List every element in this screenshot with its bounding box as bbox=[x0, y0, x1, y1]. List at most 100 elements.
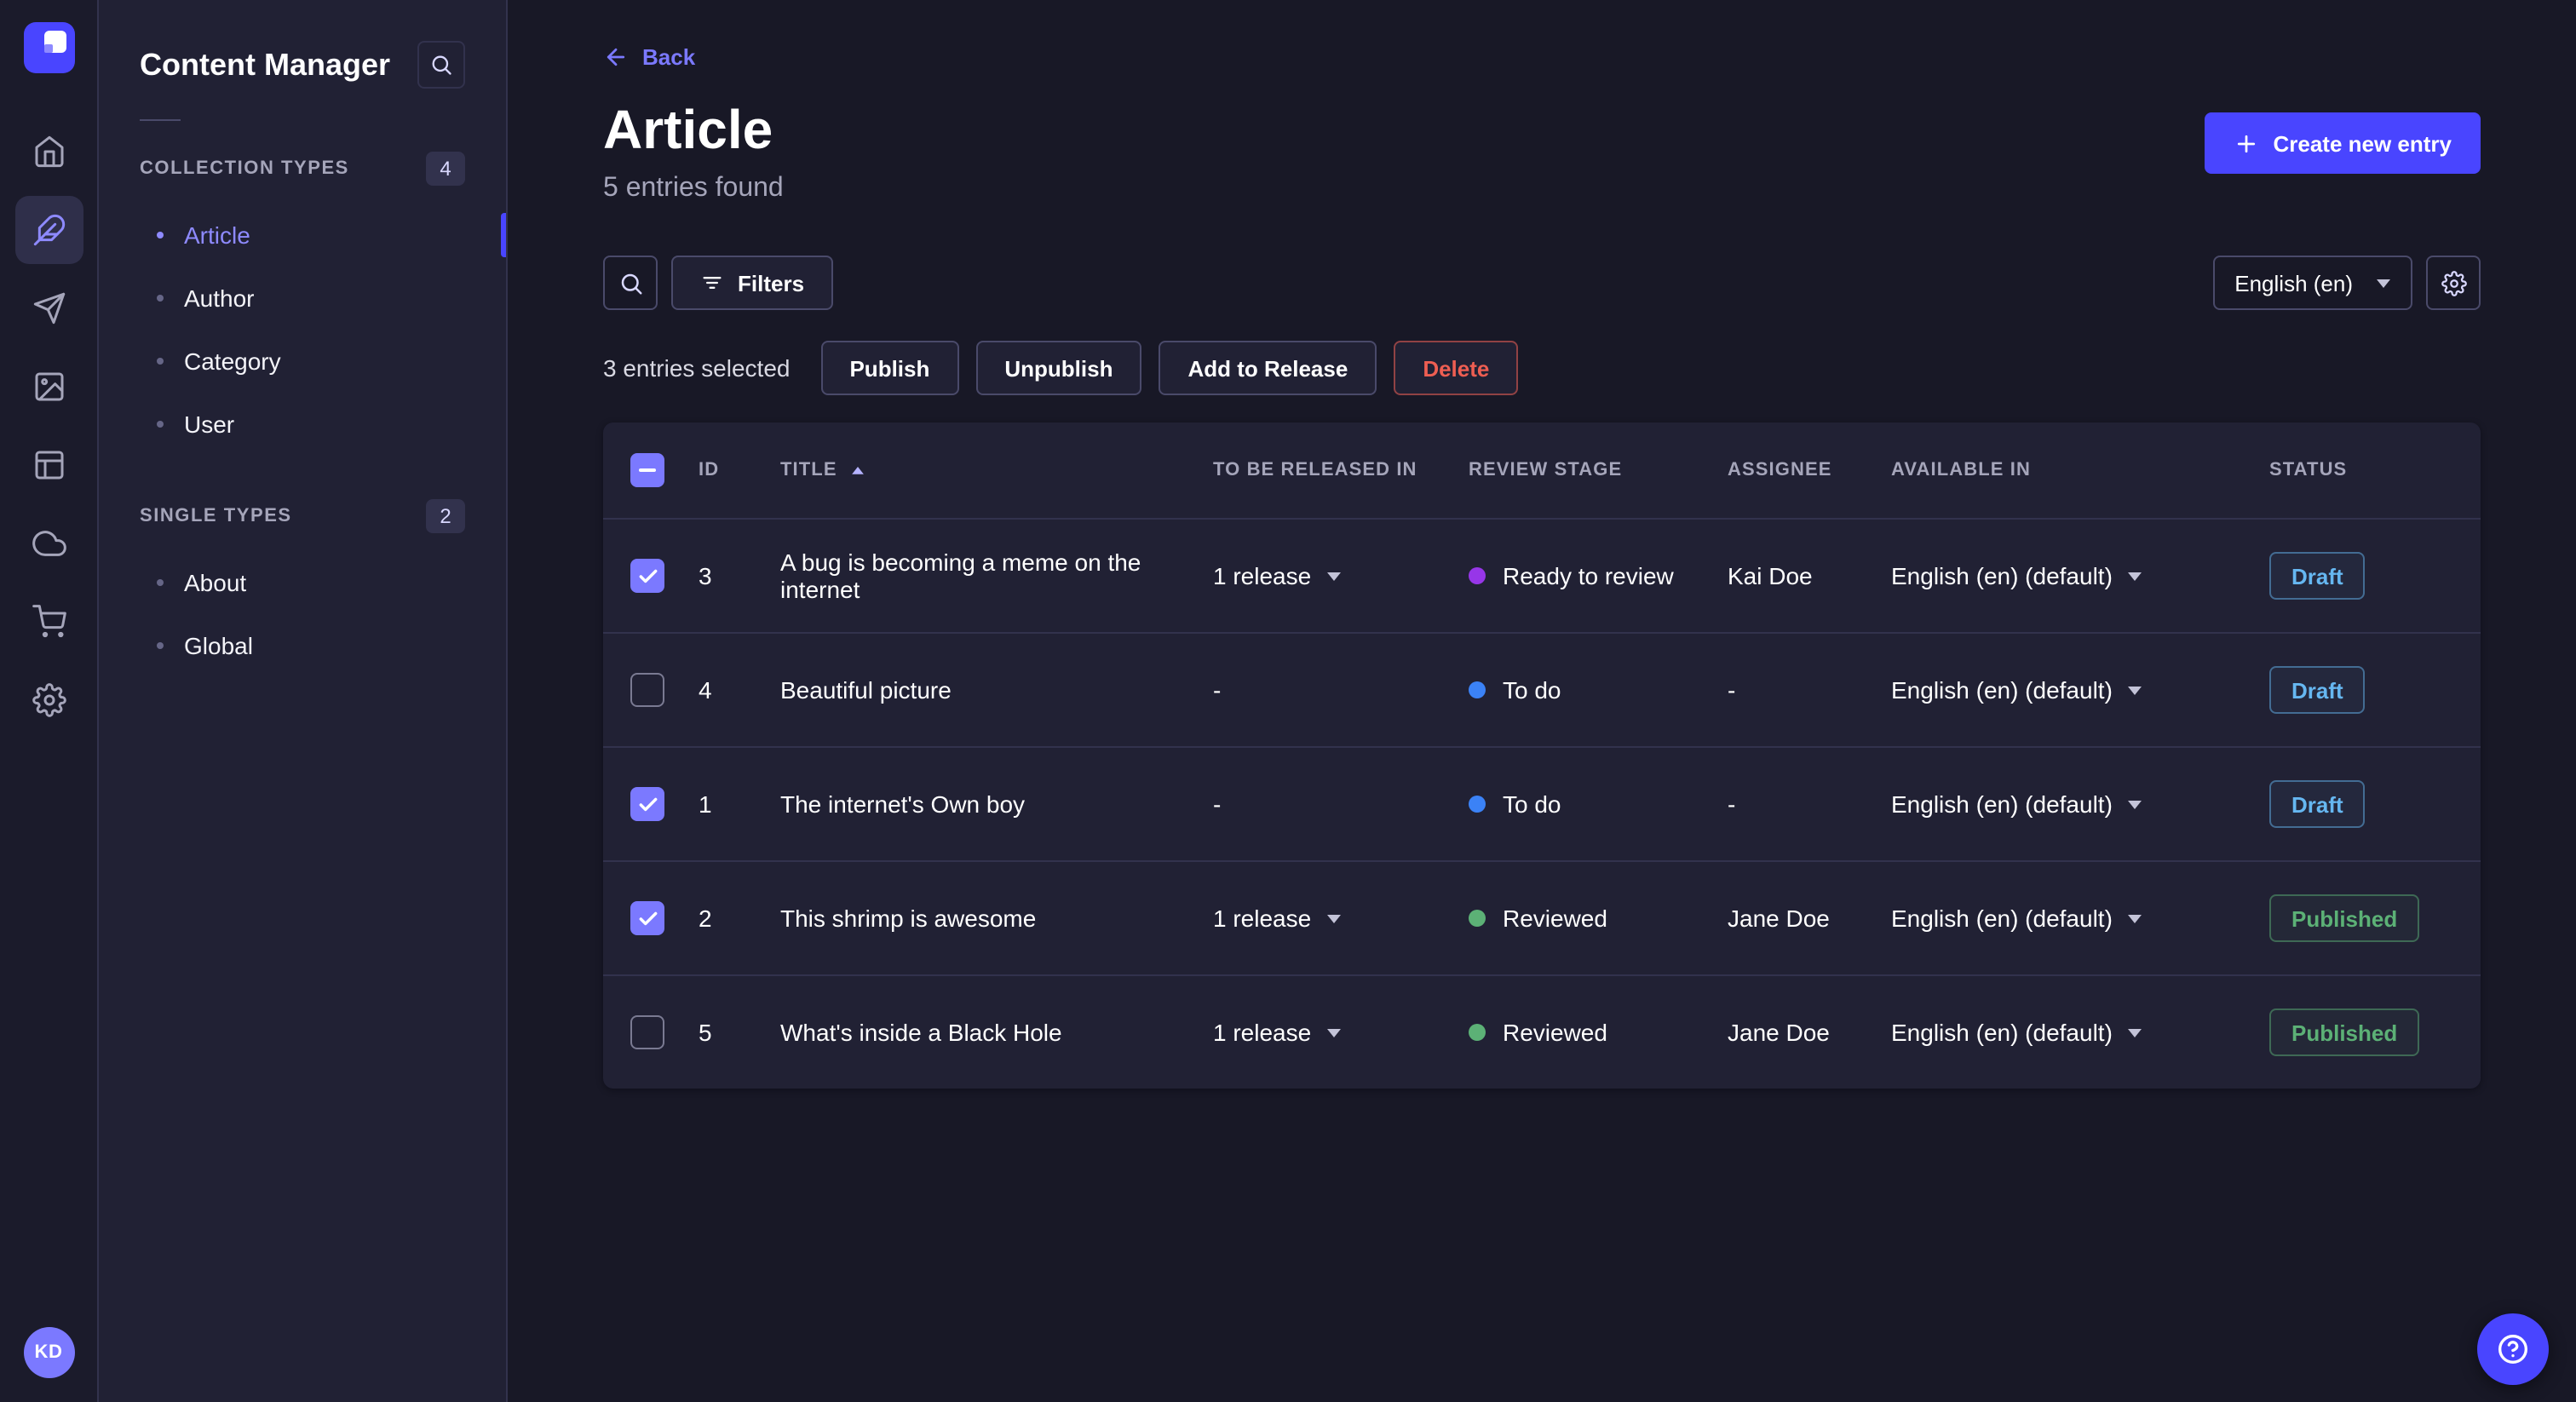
rail-item-settings[interactable] bbox=[14, 666, 83, 734]
divider bbox=[140, 119, 181, 121]
cell-available-in[interactable]: English (en) (default) bbox=[1891, 676, 2269, 704]
rail-item-home[interactable] bbox=[14, 118, 83, 186]
locale-select[interactable]: English (en) bbox=[2212, 256, 2412, 310]
cell-available-in[interactable]: English (en) (default) bbox=[1891, 790, 2269, 818]
delete-button[interactable]: Delete bbox=[1394, 341, 1519, 395]
cell-available-in[interactable]: English (en) (default) bbox=[1891, 562, 2269, 589]
sidebar-search-button[interactable] bbox=[417, 41, 465, 89]
table-row[interactable]: 1 The internet's Own boy - To do - Engli… bbox=[603, 746, 2481, 860]
sort-asc-icon bbox=[846, 457, 871, 483]
sidebar-item-label: About bbox=[184, 568, 247, 595]
table-row[interactable]: 2 This shrimp is awesome 1 release Revie… bbox=[603, 860, 2481, 974]
cell-id: 2 bbox=[699, 905, 712, 932]
selected-count: 3 entries selected bbox=[603, 354, 791, 382]
cell-available-in[interactable]: English (en) (default) bbox=[1891, 1019, 2269, 1046]
back-link[interactable]: Back bbox=[603, 44, 695, 70]
status-badge: Draft bbox=[2269, 780, 2366, 828]
stage-dot bbox=[1469, 1024, 1486, 1041]
locale-value: English (en) bbox=[2234, 270, 2353, 296]
create-entry-button[interactable]: Create new entry bbox=[2205, 112, 2481, 174]
settings-icon bbox=[32, 683, 66, 717]
marketplace-icon bbox=[32, 605, 66, 639]
row-checkbox[interactable] bbox=[630, 901, 664, 935]
col-header-id[interactable]: ID bbox=[699, 460, 780, 480]
section-single-types: SINGLE TYPES 2 About Global bbox=[99, 482, 506, 676]
cell-available-in[interactable]: English (en) (default) bbox=[1891, 905, 2269, 932]
stage-dot bbox=[1469, 910, 1486, 927]
search-button[interactable] bbox=[603, 256, 658, 310]
unpublish-button[interactable]: Unpublish bbox=[975, 341, 1142, 395]
main-content: Back Article 5 entries found Create new … bbox=[508, 0, 2576, 1402]
rail-item-marketplace[interactable] bbox=[14, 588, 83, 656]
sidebar-item-article[interactable]: Article bbox=[99, 203, 506, 266]
cell-release[interactable]: - bbox=[1213, 790, 1469, 818]
chevron-down-icon bbox=[1326, 572, 1341, 580]
select-all-checkbox[interactable] bbox=[630, 453, 664, 487]
cell-status: Draft bbox=[2269, 780, 2453, 828]
row-checkbox[interactable] bbox=[630, 787, 664, 821]
cell-review-stage: Reviewed bbox=[1469, 1019, 1728, 1046]
col-header-status[interactable]: STATUS bbox=[2269, 460, 2453, 480]
help-button[interactable] bbox=[2477, 1313, 2549, 1385]
table-row[interactable]: 5 What's inside a Black Hole 1 release R… bbox=[603, 974, 2481, 1089]
sidebar-item-label: Author bbox=[184, 284, 255, 311]
sidebar-item-user[interactable]: User bbox=[99, 392, 506, 455]
view-settings-button[interactable] bbox=[2426, 256, 2481, 310]
bullet-icon bbox=[157, 357, 164, 364]
cell-assignee: Jane Doe bbox=[1728, 905, 1830, 932]
collection-types-toggle[interactable]: COLLECTION TYPES 4 bbox=[99, 135, 506, 203]
entries-count: 5 entries found bbox=[603, 174, 784, 203]
col-header-title[interactable]: TITLE bbox=[780, 457, 1213, 483]
cell-review-stage: To do bbox=[1469, 790, 1728, 818]
cell-release[interactable]: - bbox=[1213, 676, 1469, 704]
row-checkbox[interactable] bbox=[630, 559, 664, 593]
bulk-actions: 3 entries selected Publish Unpublish Add… bbox=[603, 341, 2481, 395]
rail-item-cloud[interactable] bbox=[14, 509, 83, 577]
content-manager-icon bbox=[32, 213, 66, 247]
status-badge: Draft bbox=[2269, 552, 2366, 600]
rail-item-content-type-builder[interactable] bbox=[14, 431, 83, 499]
content-manager-sidebar: Content Manager COLLECTION TYPES 4 Artic… bbox=[99, 0, 508, 1402]
rail-item-media-library[interactable] bbox=[14, 353, 83, 421]
col-header-release[interactable]: TO BE RELEASED IN bbox=[1213, 460, 1469, 480]
cell-review-stage: Ready to review bbox=[1469, 562, 1728, 589]
sidebar-item-author[interactable]: Author bbox=[99, 266, 506, 329]
status-badge: Draft bbox=[2269, 666, 2366, 714]
strapi-logo[interactable] bbox=[23, 22, 74, 73]
section-collection-types: COLLECTION TYPES 4 Article Author Catego… bbox=[99, 135, 506, 455]
cell-title: Beautiful picture bbox=[780, 676, 952, 704]
toolbar: Filters English (en) bbox=[603, 256, 2481, 310]
sidebar-item-label: Category bbox=[184, 347, 281, 374]
bullet-icon bbox=[157, 578, 164, 585]
cell-assignee: - bbox=[1728, 676, 1736, 704]
cell-release[interactable]: 1 release bbox=[1213, 905, 1469, 932]
search-icon bbox=[618, 270, 643, 296]
col-header-available-in[interactable]: AVAILABLE IN bbox=[1891, 460, 2269, 480]
sidebar-item-about[interactable]: About bbox=[99, 550, 506, 613]
col-header-assignee[interactable]: ASSIGNEE bbox=[1728, 460, 1891, 480]
chevron-down-icon bbox=[2127, 572, 2142, 580]
row-checkbox[interactable] bbox=[630, 1015, 664, 1049]
rail-item-releases[interactable] bbox=[14, 274, 83, 342]
cell-release[interactable]: 1 release bbox=[1213, 1019, 1469, 1046]
sidebar-item-category[interactable]: Category bbox=[99, 329, 506, 392]
sidebar-item-global[interactable]: Global bbox=[99, 613, 506, 676]
back-label: Back bbox=[642, 44, 696, 70]
cell-status: Published bbox=[2269, 894, 2453, 942]
stage-dot bbox=[1469, 681, 1486, 698]
cell-release[interactable]: 1 release bbox=[1213, 562, 1469, 589]
filters-button[interactable]: Filters bbox=[671, 256, 834, 310]
table-row[interactable]: 3 A bug is becoming a meme on the intern… bbox=[603, 518, 2481, 632]
row-checkbox[interactable] bbox=[630, 673, 664, 707]
publish-button[interactable]: Publish bbox=[820, 341, 959, 395]
user-avatar[interactable]: KD bbox=[23, 1327, 74, 1378]
status-badge: Published bbox=[2269, 1008, 2420, 1056]
table-row[interactable]: 4 Beautiful picture - To do - English (e… bbox=[603, 632, 2481, 746]
rail-item-content-manager[interactable] bbox=[14, 196, 83, 264]
search-icon bbox=[429, 53, 453, 77]
rail-nav bbox=[14, 118, 83, 734]
col-header-review-stage[interactable]: REVIEW STAGE bbox=[1469, 460, 1728, 480]
sidebar-item-label: Global bbox=[184, 631, 253, 658]
add-to-release-button[interactable]: Add to Release bbox=[1159, 341, 1377, 395]
single-types-toggle[interactable]: SINGLE TYPES 2 bbox=[99, 482, 506, 550]
